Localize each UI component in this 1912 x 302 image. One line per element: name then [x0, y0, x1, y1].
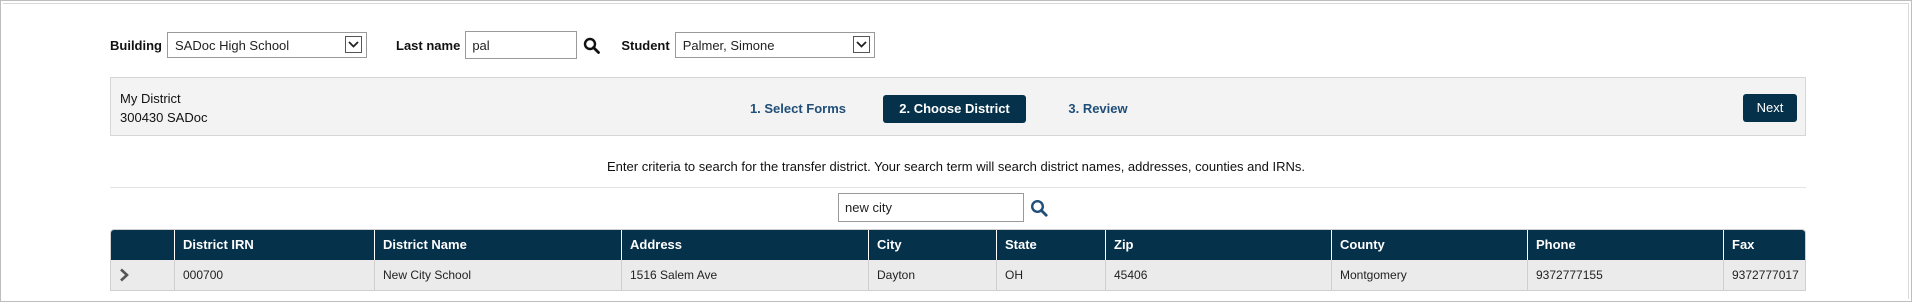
lastname-input[interactable]: pal [465, 31, 578, 59]
district-search: new city [838, 193, 1048, 222]
cell-fax: 9372777017 [1723, 260, 1805, 290]
building-select[interactable]: SADoc High School [167, 32, 367, 58]
search-instructions: Enter criteria to search for the transfe… [607, 159, 1305, 174]
building-select-value: SADoc High School [175, 37, 290, 53]
col-phone[interactable]: Phone [1527, 230, 1723, 260]
col-zip[interactable]: Zip [1105, 230, 1331, 260]
lastname-input-value: pal [472, 37, 490, 53]
cell-address: 1516 Salem Ave [621, 260, 868, 290]
col-fax[interactable]: Fax [1723, 230, 1805, 260]
cell-district-irn: 000700 [174, 260, 374, 290]
cell-county: Montgomery [1331, 260, 1527, 290]
table-header: District IRN District Name Address City … [111, 230, 1805, 260]
cell-city: Dayton [868, 260, 996, 290]
row-expand-cell[interactable] [111, 260, 174, 290]
step-review[interactable]: 3. Review [1056, 95, 1140, 123]
search-icon[interactable] [1030, 199, 1048, 217]
district-search-input[interactable]: new city [838, 193, 1024, 222]
col-state[interactable]: State [996, 230, 1105, 260]
cell-phone: 9372777155 [1527, 260, 1723, 290]
student-select[interactable]: Palmer, Simone [674, 32, 875, 58]
district-search-value: new city [845, 200, 892, 215]
col-district-irn[interactable]: District IRN [174, 230, 374, 260]
student-select-value: Palmer, Simone [682, 37, 775, 53]
chevron-down-icon[interactable] [852, 36, 870, 53]
lastname-label: Last name [396, 37, 461, 53]
search-icon[interactable] [583, 37, 601, 54]
district-info: My District 300430 SADoc [120, 89, 207, 127]
divider [110, 187, 1806, 188]
col-expand [111, 230, 174, 260]
col-address[interactable]: Address [621, 230, 868, 260]
col-city[interactable]: City [868, 230, 996, 260]
table-row[interactable]: 000700 New City School 1516 Salem Ave Da… [111, 260, 1805, 290]
next-button[interactable]: Next [1743, 94, 1797, 122]
cell-state: OH [996, 260, 1105, 290]
chevron-down-icon[interactable] [345, 36, 362, 53]
col-county[interactable]: County [1331, 230, 1527, 260]
student-label: Student [621, 37, 670, 53]
results-table: District IRN District Name Address City … [110, 229, 1806, 291]
building-label: Building [110, 37, 162, 53]
wizard-panel: My District 300430 SADoc 1. Select Forms… [110, 77, 1806, 136]
step-choose-district[interactable]: 2. Choose District [883, 95, 1026, 123]
cell-zip: 45406 [1105, 260, 1331, 290]
district-code: 300430 SADoc [120, 110, 208, 125]
district-name: My District [120, 91, 181, 106]
cell-district-name: New City School [374, 260, 621, 290]
filter-bar: Building SADoc High School Last name pal… [110, 30, 875, 60]
col-district-name[interactable]: District Name [374, 230, 621, 260]
step-select-forms[interactable]: 1. Select Forms [728, 95, 868, 123]
chevron-right-icon[interactable] [119, 268, 129, 282]
